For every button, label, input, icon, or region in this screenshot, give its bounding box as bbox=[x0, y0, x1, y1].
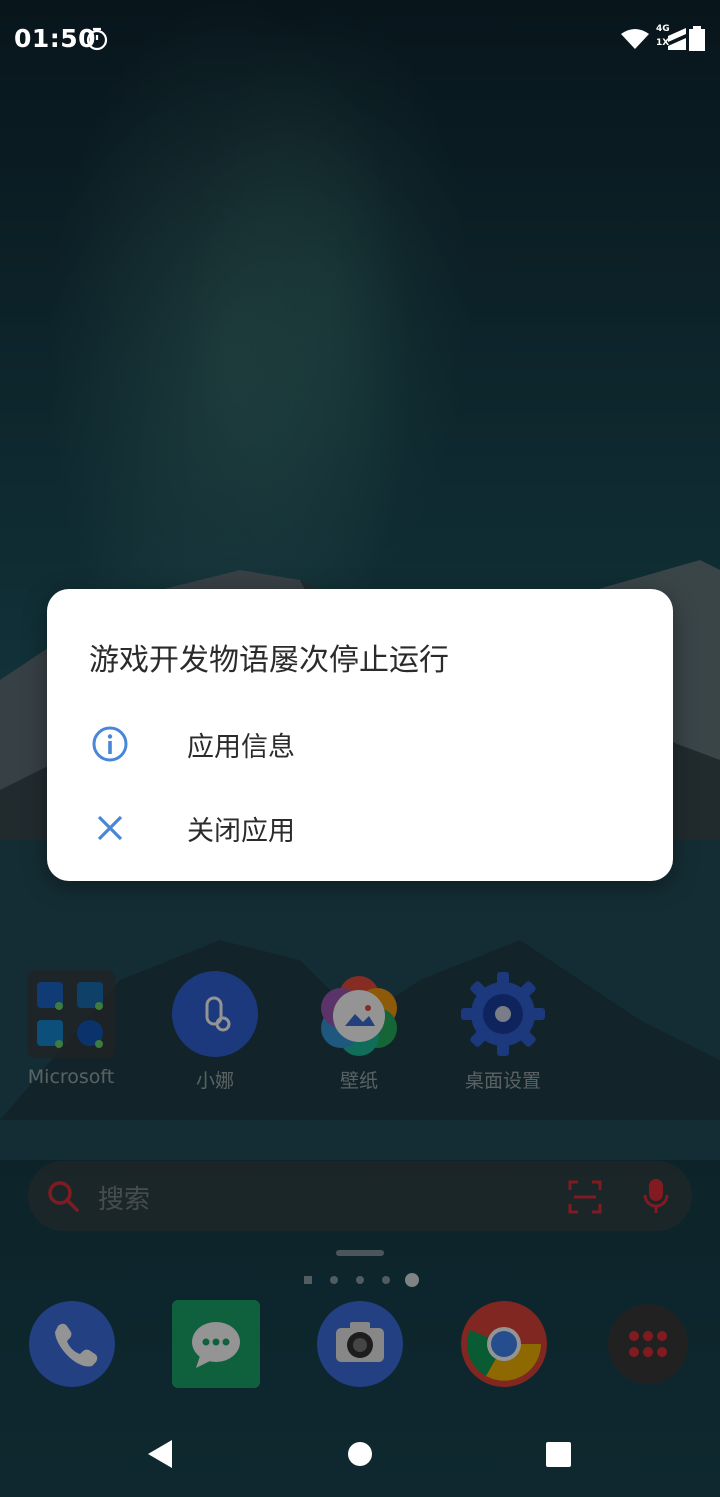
app-crash-dialog: 游戏开发物语屡次停止运行 应用信息 关闭应用 bbox=[47, 589, 673, 881]
status-bar: 01:50 4G 1X bbox=[0, 0, 720, 80]
info-icon bbox=[92, 726, 128, 762]
close-icon bbox=[97, 815, 123, 841]
clock: 01:50 bbox=[14, 24, 97, 53]
close-app-label: 关闭应用 bbox=[187, 816, 295, 847]
home-icon[interactable] bbox=[348, 1442, 372, 1466]
dialog-title: 游戏开发物语屡次停止运行 bbox=[89, 643, 449, 678]
close-app-button[interactable]: 关闭应用 bbox=[47, 785, 673, 869]
battery-icon bbox=[689, 26, 705, 51]
navigation-bar bbox=[148, 1440, 571, 1468]
app-info-button[interactable]: 应用信息 bbox=[47, 701, 673, 785]
recents-icon[interactable] bbox=[546, 1442, 571, 1467]
signal-icon bbox=[668, 28, 686, 50]
wifi-icon bbox=[621, 29, 649, 49]
app-info-label: 应用信息 bbox=[187, 732, 295, 763]
timer-icon bbox=[86, 27, 108, 51]
back-icon[interactable] bbox=[148, 1440, 172, 1468]
